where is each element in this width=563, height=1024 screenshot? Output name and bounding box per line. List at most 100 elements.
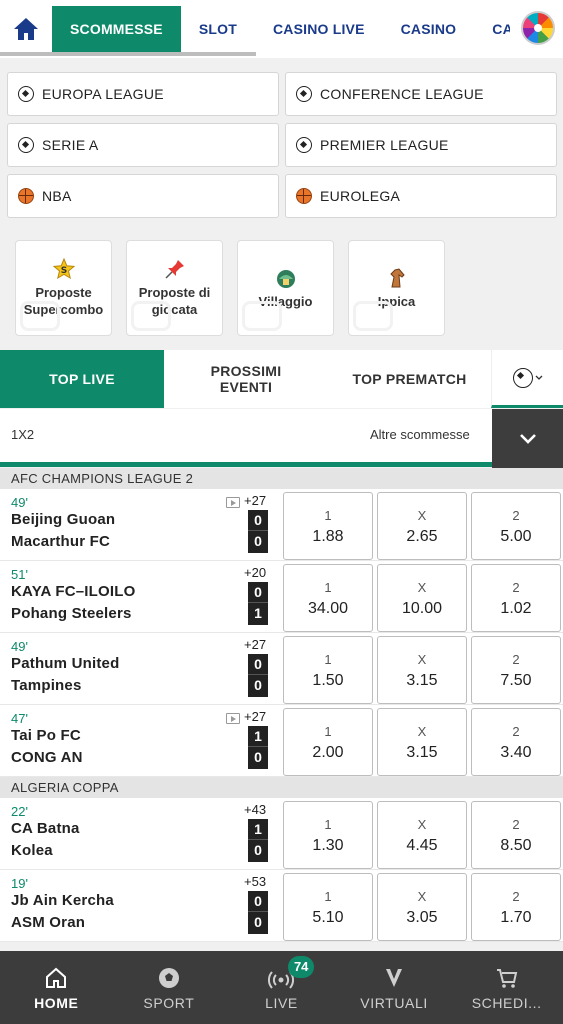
- odd-button-2[interactable]: 2 7.50: [471, 636, 561, 704]
- odd-button-1[interactable]: 1 1.50: [283, 636, 373, 704]
- bottom-nav-live[interactable]: 74 LIVE: [225, 951, 338, 1024]
- soccer-ball-icon: [18, 86, 34, 102]
- odd-button-1[interactable]: 1 1.88: [283, 492, 373, 560]
- soccer-ball-icon: [512, 367, 533, 388]
- tab-scommesse[interactable]: SCOMMESSE: [52, 6, 181, 52]
- home-team: Pathum United: [11, 655, 120, 672]
- horse-icon: [386, 267, 408, 289]
- league-eurolega[interactable]: EUROLEGA: [285, 174, 557, 218]
- odds-group: 1 2.00 X 3.15 2 3.40: [283, 708, 561, 776]
- tab-carte[interactable]: CARTE: [474, 6, 510, 52]
- bottom-nav-home[interactable]: HOME: [0, 951, 113, 1024]
- away-team: Pohang Steelers: [11, 605, 132, 622]
- more-markets-count[interactable]: +27: [244, 709, 266, 724]
- tab-slot[interactable]: SLOT: [181, 6, 255, 52]
- bottom-nav-sport[interactable]: SPORT: [113, 951, 226, 1024]
- scoreboard: 10: [248, 726, 268, 769]
- tabs-scrollbar[interactable]: [0, 52, 256, 56]
- odd-button-x[interactable]: X 3.15: [377, 636, 467, 704]
- market-selected[interactable]: 1X2: [11, 427, 34, 442]
- odd-button-1[interactable]: 1 1.30: [283, 801, 373, 869]
- home-team: Jb Ain Kercha: [11, 892, 114, 909]
- scoreboard: 01: [248, 582, 268, 625]
- event-row[interactable]: 47' Tai Po FC CONG AN +27 10 1 2.00 X 3.15…: [0, 705, 563, 777]
- live-count-badge: 74: [288, 956, 315, 978]
- promo-proposte-giocata[interactable]: Proposte di giocata: [126, 240, 223, 336]
- promo-villaggio[interactable]: Villaggio: [237, 240, 334, 336]
- more-markets-count[interactable]: +20: [244, 565, 266, 580]
- home-button[interactable]: [0, 6, 52, 52]
- event-row[interactable]: 49' Beijing Guoan Macarthur FC +27 00 11…: [0, 489, 563, 561]
- competition-header: AFC CHAMPIONS LEAGUE 2: [0, 468, 563, 489]
- odd-button-2[interactable]: 2 1.70: [471, 873, 561, 941]
- league-europa-league[interactable]: EUROPA LEAGUE: [7, 72, 279, 116]
- tab-casino-live[interactable]: CASINO LIVE: [255, 6, 383, 52]
- more-markets-count[interactable]: +27: [244, 637, 266, 652]
- odd-button-x[interactable]: X 2.65: [377, 492, 467, 560]
- match-minute: 19': [11, 876, 28, 891]
- away-team: Macarthur FC: [11, 533, 111, 550]
- away-team: CONG AN: [11, 749, 83, 766]
- league-shortcuts: EUROPA LEAGUE CONFERENCE LEAGUE SERIE A …: [7, 72, 557, 218]
- more-markets-count[interactable]: +43: [244, 802, 266, 817]
- odd-button-x[interactable]: X 4.45: [377, 801, 467, 869]
- virtual-icon: [381, 965, 407, 991]
- odds-group: 1 34.00 X 10.00 2 1.02: [283, 564, 561, 632]
- more-markets-count[interactable]: +27: [244, 493, 266, 508]
- match-minute: 47': [11, 711, 28, 726]
- league-conference-league[interactable]: CONFERENCE LEAGUE: [285, 72, 557, 116]
- market-dropdown-button[interactable]: [492, 409, 563, 469]
- odd-button-2[interactable]: 2 8.50: [471, 801, 561, 869]
- home-team: Beijing Guoan: [11, 511, 116, 528]
- supercombo-star-icon: S: [52, 258, 75, 280]
- scoreboard: 00: [248, 510, 268, 553]
- prize-wheel-icon[interactable]: [521, 11, 555, 45]
- more-markets-count[interactable]: +53: [244, 874, 266, 889]
- scoreboard: 00: [248, 891, 268, 934]
- league-premier-league[interactable]: PREMIER LEAGUE: [285, 123, 557, 167]
- away-team: Tampines: [11, 677, 82, 694]
- bottom-nav-virtuali[interactable]: VIRTUALI: [338, 951, 451, 1024]
- event-row[interactable]: 51' KAYA FC–ILOILO Pohang Steelers +20 0…: [0, 561, 563, 633]
- odd-button-x[interactable]: X 3.05: [377, 873, 467, 941]
- bottom-nav-schedina[interactable]: SCHEDI...: [450, 951, 563, 1024]
- event-row[interactable]: 22' CA Batna Kolea +43 10 1 1.30 X 4.45 28…: [0, 798, 563, 870]
- soccer-ball-icon: [18, 137, 34, 153]
- odds-group: 1 1.50 X 3.15 2 7.50: [283, 636, 561, 704]
- odds-group: 1 1.88 X 2.65 2 5.00: [283, 492, 561, 560]
- home-team: Tai Po FC: [11, 727, 81, 744]
- live-stream-icon: [226, 713, 240, 724]
- odd-button-1[interactable]: 1 5.10: [283, 873, 373, 941]
- odd-button-1[interactable]: 1 2.00: [283, 708, 373, 776]
- odds-group: 1 1.30 X 4.45 2 8.50: [283, 801, 561, 869]
- chevron-down-icon: [535, 375, 542, 380]
- bottom-navigation: HOME SPORT 74 LIVE VIRTUALI SCHEDI...: [0, 951, 563, 1024]
- village-icon: [275, 267, 297, 289]
- promo-supercombo[interactable]: S Proposte Supercombo: [15, 240, 112, 336]
- chevron-down-icon: [519, 434, 536, 444]
- market-underline: [0, 462, 492, 467]
- odd-button-x[interactable]: X 10.00: [377, 564, 467, 632]
- tab-top-prematch[interactable]: TOP PREMATCH: [328, 350, 491, 408]
- event-row[interactable]: 19' Jb Ain Kercha ASM Oran +53 00 1 5.10 …: [0, 870, 563, 942]
- sport-selector[interactable]: [491, 350, 563, 408]
- other-bets-link[interactable]: Altre scommesse: [370, 427, 470, 442]
- league-serie-a[interactable]: SERIE A: [7, 123, 279, 167]
- odd-button-x[interactable]: X 3.15: [377, 708, 467, 776]
- away-team: Kolea: [11, 842, 53, 859]
- live-events-list: AFC CHAMPIONS LEAGUE 2 49' Beijing Guoan…: [0, 468, 563, 942]
- promo-cards: S Proposte Supercombo Proposte di giocat…: [15, 240, 445, 336]
- tab-prossimi-eventi[interactable]: PROSSIMI EVENTI: [164, 350, 328, 408]
- odd-button-2[interactable]: 2 1.02: [471, 564, 561, 632]
- basketball-icon: [18, 188, 34, 204]
- pin-icon: [164, 258, 186, 280]
- odd-button-2[interactable]: 2 3.40: [471, 708, 561, 776]
- match-minute: 49': [11, 639, 28, 654]
- odd-button-1[interactable]: 1 34.00: [283, 564, 373, 632]
- promo-ippica[interactable]: Ippica: [348, 240, 445, 336]
- league-nba[interactable]: NBA: [7, 174, 279, 218]
- tab-top-live[interactable]: TOP LIVE: [0, 350, 164, 408]
- event-row[interactable]: 49' Pathum United Tampines +27 00 1 1.50 …: [0, 633, 563, 705]
- odd-button-2[interactable]: 2 5.00: [471, 492, 561, 560]
- tab-casino[interactable]: CASINO: [383, 6, 475, 52]
